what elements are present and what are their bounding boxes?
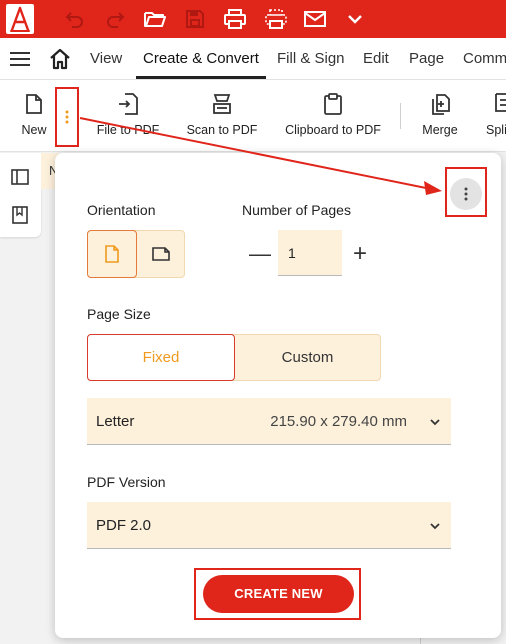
pdf-version-select[interactable]: PDF 2.0 [87, 502, 451, 549]
file-to-pdf-icon [116, 91, 140, 117]
create-new-popup [55, 153, 501, 638]
vertical-dots-icon [65, 110, 69, 129]
new-button-label: New [21, 123, 47, 137]
redo-icon[interactable] [104, 7, 128, 31]
file-to-pdf-button[interactable]: File to PDF [96, 80, 160, 152]
merge-icon [428, 91, 452, 117]
email-icon[interactable] [303, 7, 327, 31]
vertical-dots-icon [464, 186, 468, 207]
chevron-down-icon [429, 519, 441, 531]
paper-size-value: Letter [96, 413, 135, 430]
save-icon[interactable] [183, 7, 207, 31]
split-label: Split [486, 123, 506, 137]
split-icon [486, 91, 506, 117]
menu-edit[interactable]: Edit [363, 38, 389, 80]
ribbon-divider [400, 103, 401, 129]
page-size-label: Page Size [87, 306, 151, 322]
active-tab-indicator [136, 76, 266, 79]
portrait-orientation-button[interactable] [87, 230, 137, 278]
print-icon[interactable] [223, 7, 247, 31]
menu-bar: View Create & Convert Fill & Sign Edit P… [0, 38, 506, 80]
new-document-icon [22, 91, 46, 117]
clipboard-to-pdf-button[interactable]: Clipboard to PDF [283, 80, 383, 152]
file-to-pdf-label: File to PDF [96, 123, 160, 137]
landscape-orientation-button[interactable] [137, 231, 184, 277]
undo-icon[interactable] [62, 7, 86, 31]
new-button[interactable]: New [18, 80, 50, 152]
pdf-version-value: PDF 2.0 [96, 517, 152, 534]
thumbnails-panel-icon[interactable] [10, 167, 30, 187]
paper-size-select[interactable]: Letter 215.90 x 279.40 mm [87, 398, 451, 445]
paper-dimensions: 215.90 x 279.40 mm [270, 413, 407, 430]
bookmarks-panel-icon[interactable] [10, 205, 30, 225]
fixed-size-button[interactable]: Fixed [87, 334, 235, 381]
home-icon[interactable] [48, 47, 72, 71]
custom-size-button[interactable]: Custom [235, 335, 380, 380]
merge-label: Merge [422, 123, 458, 137]
create-new-button[interactable]: CREATE NEW [203, 575, 354, 613]
scanner-icon [210, 91, 234, 117]
title-bar [0, 0, 506, 38]
chevron-down-icon[interactable] [343, 7, 367, 31]
menu-fill-sign[interactable]: Fill & Sign [277, 38, 345, 80]
open-folder-icon[interactable] [143, 7, 167, 31]
print-preview-icon[interactable] [264, 7, 288, 31]
menu-view[interactable]: View [90, 38, 122, 80]
side-panel [0, 153, 41, 237]
scan-to-pdf-label: Scan to PDF [186, 123, 258, 137]
decrease-pages-button[interactable]: — [248, 240, 272, 268]
split-button[interactable]: Split [486, 80, 506, 152]
merge-button[interactable]: Merge [418, 80, 462, 152]
pdf-version-label: PDF Version [87, 474, 166, 490]
scan-to-pdf-button[interactable]: Scan to PDF [185, 80, 259, 152]
orientation-label: Orientation [87, 202, 156, 218]
popup-more-options-button[interactable] [450, 178, 482, 210]
clipboard-to-pdf-label: Clipboard to PDF [285, 123, 381, 137]
clipboard-icon [321, 91, 345, 117]
portrait-page-icon [105, 245, 119, 263]
ribbon-more-options-button[interactable] [55, 87, 79, 147]
app-logo [6, 4, 34, 34]
menu-create-convert[interactable]: Create & Convert [143, 38, 259, 80]
number-of-pages-input[interactable] [278, 230, 342, 276]
hamburger-menu-icon[interactable] [8, 48, 32, 70]
menu-page[interactable]: Page [409, 38, 444, 80]
chevron-down-icon [429, 415, 441, 427]
increase-pages-button[interactable]: + [348, 240, 372, 268]
landscape-page-icon [151, 247, 170, 261]
number-of-pages-label: Number of Pages [242, 202, 351, 218]
menu-comment[interactable]: Comm [463, 38, 506, 80]
